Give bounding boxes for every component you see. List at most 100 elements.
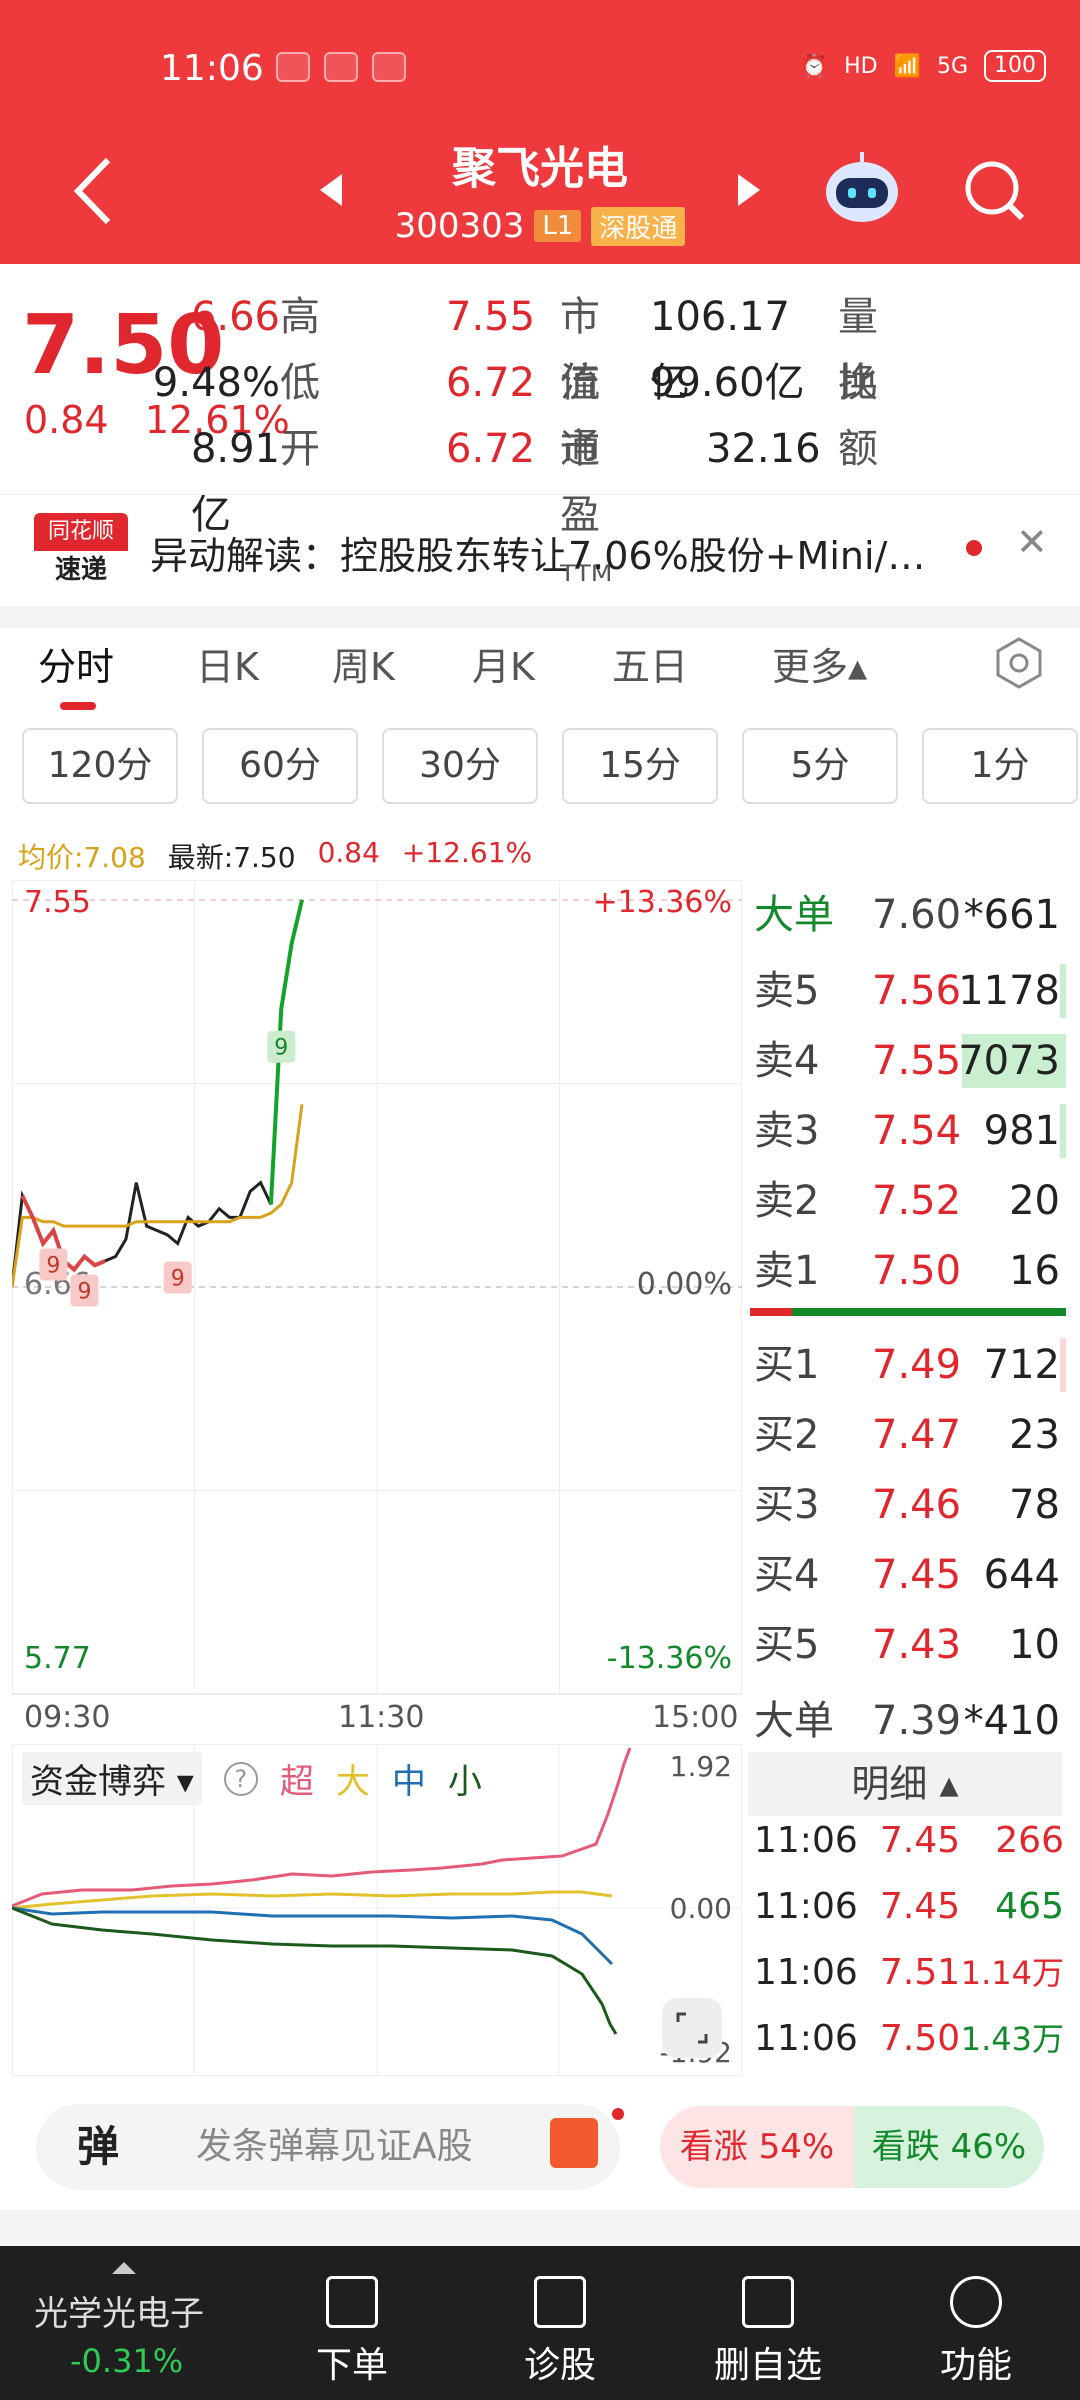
ask-label: 卖3 (754, 1108, 820, 1154)
fund-selector[interactable]: 资金博弈 ▾ (22, 1752, 202, 1805)
change-pct-label: +12.61% (401, 836, 533, 869)
period-5-button[interactable]: 5分 (742, 728, 898, 804)
bid-price: 7.49 (872, 1342, 962, 1388)
order-icon (326, 2276, 378, 2328)
bid-volume: 644 (983, 1552, 1060, 1598)
bid-volume: 78 (1009, 1482, 1060, 1528)
app-notify-icon (276, 52, 310, 82)
trade-row: 11:06 7.45 266 (754, 1808, 1064, 1874)
close-icon[interactable]: ✕ (1016, 520, 1048, 564)
ask-price: 7.52 (872, 1178, 962, 1224)
stat-label: 开 (280, 426, 320, 472)
period-30-button[interactable]: 30分 (382, 728, 538, 804)
nav-functions[interactable]: 功能 (906, 2276, 1046, 2388)
x-label-close: 15:00 (652, 1700, 739, 1735)
fullscreen-icon[interactable] (662, 1998, 722, 2058)
tab-monthly-k[interactable]: 月K (472, 636, 535, 691)
stat-label: 低 (280, 360, 320, 406)
sector-change: -0.31% (70, 2342, 184, 2380)
ask-row: 卖1 7.50 16 (746, 1236, 1066, 1306)
status-time: 11:06 (160, 48, 264, 89)
fund-title: 资金博弈 (30, 1762, 166, 1802)
intraday-chart[interactable]: 7.55 6.66 5.77 +13.36% 0.00% -13.36% 999… (12, 880, 742, 1700)
price-line (12, 899, 304, 1288)
bid-row: 买4 7.45 644 (746, 1540, 1066, 1610)
period-1-button[interactable]: 1分 (922, 728, 1078, 804)
volume-bar (1060, 964, 1066, 1018)
gift-icon[interactable] (550, 2118, 598, 2168)
trade-price: 7.45 (880, 1886, 961, 1927)
app-notify-icon (372, 52, 406, 82)
trade-price: 7.45 (880, 1820, 961, 1861)
big-order-label: 大单 (754, 1698, 834, 1744)
detail-header[interactable]: 明细 ▴ (748, 1752, 1062, 1816)
period-60-button[interactable]: 60分 (202, 728, 358, 804)
bid-price: 7.45 (872, 1552, 962, 1598)
alert-banner[interactable]: 同花顺 速递 异动解读：控股股东转让7.06%股份+Mini/… (0, 494, 1080, 606)
tab-intraday[interactable]: 分时 (38, 636, 114, 691)
alert-text[interactable]: 异动解读：控股股东转让7.06%股份+Mini/… (150, 525, 925, 580)
legend-super: 超 (279, 1762, 314, 1802)
comment-bar: 弹 发条弹幕见证A股 看涨 54% 看跌 46% (0, 2098, 1080, 2208)
tab-daily-k[interactable]: 日K (196, 636, 259, 691)
settings-icon[interactable] (994, 636, 1044, 690)
danmaku-toggle[interactable]: 弹 (36, 2104, 160, 2190)
ask-row: 卖4 7.55 7073 (746, 1026, 1066, 1096)
tab-more[interactable]: 更多▴ (772, 636, 867, 691)
logo-bottom: 速递 (54, 555, 107, 585)
detail-title: 明细 (851, 1762, 928, 1806)
marker-label: 9 (78, 1280, 92, 1305)
pct-top-label: +13.36% (592, 885, 732, 920)
bid-label: 买5 (754, 1622, 820, 1668)
period-120-button[interactable]: 120分 (22, 728, 178, 804)
period-15-button[interactable]: 15分 (562, 728, 718, 804)
trade-marker[interactable]: 9 (163, 1261, 192, 1294)
stat-label: 高 (280, 294, 320, 340)
robot-assistant-icon[interactable] (822, 148, 902, 228)
medium-line (12, 1906, 614, 1966)
trade-marker[interactable]: 9 (267, 1030, 296, 1063)
nav-diagnose-label: 诊股 (523, 2345, 596, 2386)
stat-value: 9.48% (152, 360, 280, 406)
fund-legend: 资金博弈 ▾ ? 超 大 中 小 (22, 1752, 482, 1805)
battery-icon: 100 (984, 50, 1046, 82)
expand-up-icon[interactable] (110, 2260, 138, 2276)
ask-price: 7.55 (872, 1038, 962, 1084)
ask-price: 7.54 (872, 1108, 962, 1154)
period-selector: 120分 60分 30分 15分 5分 1分 (22, 728, 1078, 804)
pct-mid-label: 0.00% (637, 1267, 732, 1302)
ths-logo: 同花顺 速递 (34, 513, 128, 589)
bullish-button[interactable]: 看涨 54% (660, 2106, 854, 2188)
bearish-button[interactable]: 看跌 46% (854, 2106, 1044, 2188)
legend-large: 大 (335, 1762, 370, 1802)
bid-row: 买2 7.47 23 (746, 1400, 1066, 1470)
search-icon[interactable] (962, 158, 1028, 224)
tab-five-day[interactable]: 五日 (612, 636, 688, 691)
bid-volume: 23 (1009, 1412, 1060, 1458)
help-icon[interactable]: ? (223, 1761, 258, 1796)
bid-price: 7.43 (872, 1622, 962, 1668)
nav-remove-watchlist[interactable]: 删自选 (698, 2276, 838, 2388)
app-notify-icon (324, 52, 358, 82)
latest-price-label: 最新:7.50 (167, 841, 296, 874)
bid-price: 7.46 (872, 1482, 962, 1528)
sector-name[interactable]: 光学光电子 (34, 2286, 204, 2335)
trade-marker[interactable]: 9 (70, 1274, 99, 1307)
trade-marker[interactable]: 9 (39, 1248, 68, 1281)
trade-row: 11:06 7.50 1.43万 (754, 2006, 1064, 2072)
marker-label: 9 (46, 1253, 60, 1278)
ask-label: 卖4 (754, 1038, 820, 1084)
tab-weekly-k[interactable]: 周K (332, 636, 395, 691)
nav-diagnose[interactable]: 诊股 (490, 2276, 630, 2388)
large-line (12, 1890, 613, 1910)
stat-value: 6.72 (446, 360, 536, 406)
bid-row: 买5 7.43 10 (746, 1610, 1066, 1680)
next-stock-icon[interactable] (736, 172, 762, 208)
nav-order[interactable]: 下单 (282, 2276, 422, 2388)
minus-icon (742, 2276, 794, 2328)
avg-price-label: 均价:7.08 (18, 841, 146, 874)
trade-price: 7.50 (880, 2018, 961, 2059)
ask-row: 卖5 7.56 1178 (746, 956, 1066, 1026)
bid-price: 7.47 (872, 1412, 962, 1458)
big-order-price: 7.60 (872, 892, 962, 938)
